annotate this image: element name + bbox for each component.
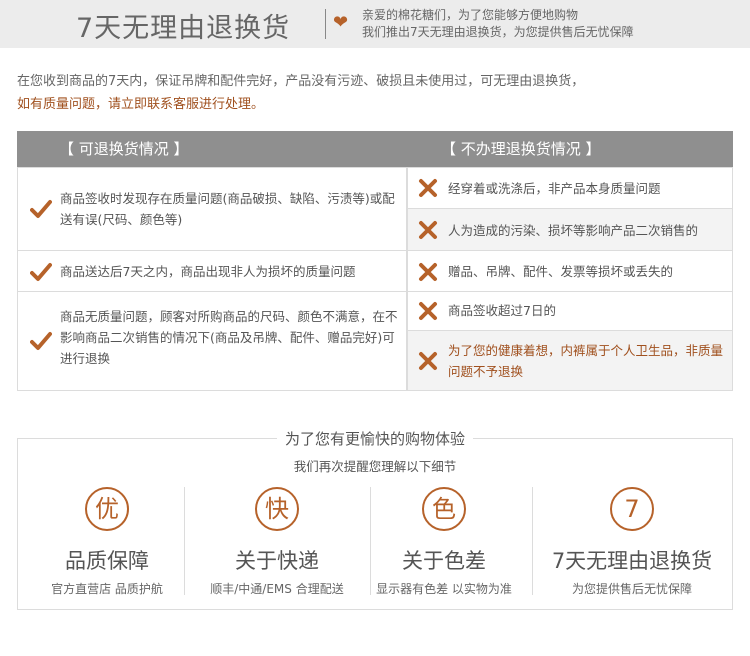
panel-subtitle: 我们再次提醒您理解以下细节 [293, 459, 457, 474]
non-returnable-row-text: 经穿着或洗涤后，非产品本身质量问题 [448, 181, 661, 196]
non-returnable-row: 商品签收超过7日的 [407, 291, 733, 331]
check-icon [30, 263, 52, 281]
panel-title: 为了您有更愉快的购物体验 [18, 428, 732, 449]
returnable-row-text: 商品无质量问题，顾客对所购商品的尺码、颜色不满意，在不影响商品二次销售的情况下(… [60, 309, 398, 366]
cross-icon [419, 263, 437, 281]
feature-name: 关于快递 [235, 549, 319, 573]
feature-color: 色 关于色差 显示器有色差 以实物为准 [354, 487, 534, 597]
table-header: 【 可退换货情况 】 【 不办理退换货情况 】 [17, 131, 733, 167]
shopping-tips-panel: 为了您有更愉快的购物体验 我们再次提醒您理解以下细节 优 品质保障 官方直营店 … [17, 430, 733, 610]
returnable-row-text: 商品签收时发现存在质量问题(商品破损、缺陷、污渍等)或配送有误(尺码、颜色等) [60, 191, 395, 227]
cross-icon [419, 221, 437, 239]
check-icon [30, 332, 52, 350]
header-banner: 7天无理由退换货 ❤ 亲爱的棉花糖们，为了您能够方便地购物 我们推出7天无理由退… [0, 0, 750, 48]
intro-line1: 在您收到商品的7天内，保证吊牌和配件完好，产品没有污迹、破损且未使用过，可无理由… [17, 74, 585, 89]
non-returnable-row: 赠品、吊牌、配件、发票等损坏或丢失的 [407, 250, 733, 292]
feature-name: 7天无理由退换货 [551, 549, 713, 573]
returnable-row-text: 商品送达后7天之内，商品出现非人为损坏的质量问题 [60, 264, 356, 279]
non-returnable-row-text: 人为造成的污染、损坏等影响产品二次销售的 [448, 223, 699, 238]
feature-quality: 优 品质保障 官方直营店 品质护航 [18, 487, 196, 597]
non-returnable-row-text: 商品签收超过7日的 [448, 303, 556, 318]
feature-name: 品质保障 [65, 549, 149, 573]
feature-7day-return: 7 7天无理由退换货 为您提供售后无忧保障 [532, 487, 732, 597]
color-icon: 色 [422, 487, 466, 531]
non-returnable-row-text: 为了您的健康着想，内裤属于个人卫生品，非质量问题不予退换 [448, 343, 724, 379]
cross-icon [419, 179, 437, 197]
feature-desc: 为您提供售后无忧保障 [571, 582, 692, 596]
feature-desc: 顺丰/中通/EMS 合理配送 [210, 582, 344, 596]
panel-title-text: 为了您有更愉快的购物体验 [276, 430, 473, 448]
returnable-header: 【 可退换货情况 】 [59, 140, 189, 158]
header-note: 亲爱的棉花糖们，为了您能够方便地购物 我们推出7天无理由退换货，为您提供售后无忧… [362, 7, 634, 41]
cross-icon [419, 352, 437, 370]
quality-icon: 优 [85, 487, 129, 531]
feature-delivery: 快 关于快递 顺丰/中通/EMS 合理配送 [184, 487, 370, 597]
non-returnable-row-text: 赠品、吊牌、配件、发票等损坏或丢失的 [448, 264, 674, 279]
returnable-row: 商品送达后7天之内，商品出现非人为损坏的质量问题 [17, 250, 407, 292]
cross-icon [419, 302, 437, 320]
feature-desc: 官方直营店 品质护航 [51, 582, 163, 596]
non-returnable-row: 经穿着或洗涤后，非产品本身质量问题 [407, 167, 733, 209]
check-icon [30, 200, 52, 218]
delivery-icon: 快 [255, 487, 299, 531]
feature-desc: 显示器有色差 以实物为准 [376, 582, 512, 596]
heart-icon: ❤ [333, 12, 349, 33]
header-divider [325, 9, 326, 39]
feature-name: 关于色差 [402, 549, 486, 573]
non-returnable-header: 【 不办理退换货情况 】 [441, 140, 601, 158]
header-note-line1: 亲爱的棉花糖们，为了您能够方便地购物 [362, 8, 579, 22]
page-title: 7天无理由退换货 [76, 13, 291, 44]
returnable-row: 商品签收时发现存在质量问题(商品破损、缺陷、污渍等)或配送有误(尺码、颜色等) [17, 167, 407, 251]
non-returnable-row: 人为造成的污染、损坏等影响产品二次销售的 [407, 208, 733, 251]
header-note-line2: 我们推出7天无理由退换货，为您提供售后无忧保障 [362, 25, 634, 39]
return-policy-table: 【 可退换货情况 】 【 不办理退换货情况 】 商品签收时发现存在质量问题(商品… [17, 131, 733, 391]
non-returnable-row: 为了您的健康着想，内裤属于个人卫生品，非质量问题不予退换 [407, 330, 733, 391]
intro-text: 在您收到商品的7天内，保证吊牌和配件完好，产品没有污迹、破损且未使用过，可无理由… [17, 70, 733, 116]
intro-line2: 如有质量问题，请立即联系客服进行处理。 [17, 97, 265, 112]
seven-day-icon: 7 [610, 487, 654, 531]
returnable-row: 商品无质量问题，顾客对所购商品的尺码、颜色不满意，在不影响商品二次销售的情况下(… [17, 291, 407, 391]
